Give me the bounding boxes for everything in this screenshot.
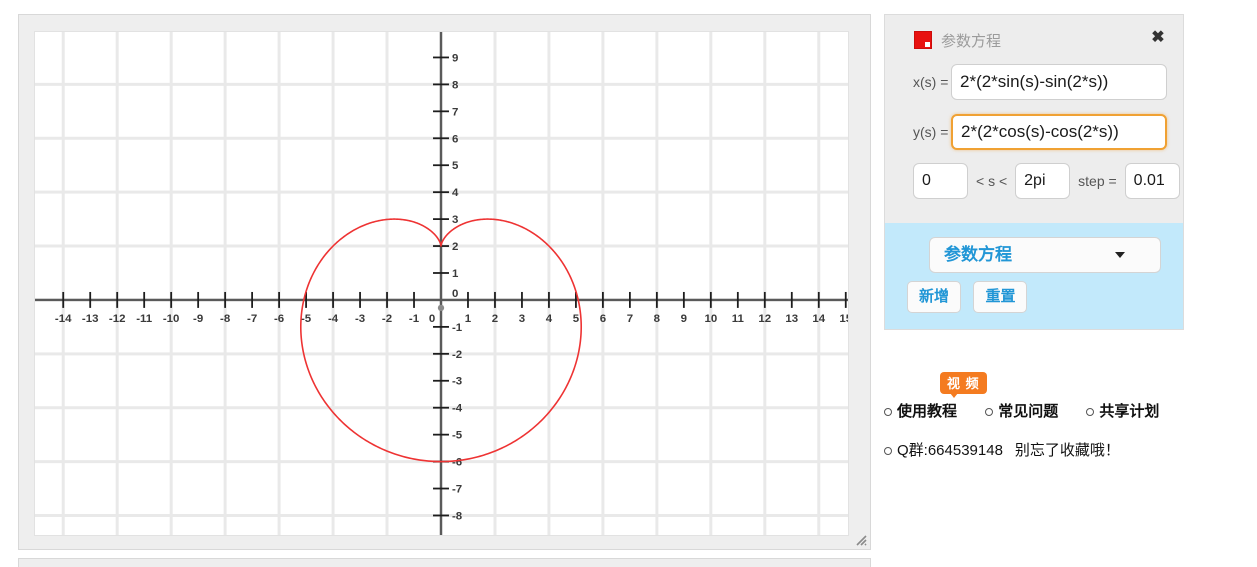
links-block: 视 频 使用教程 常见问题 共享计划 Q群:664539148 别忘了收藏哦！	[884, 372, 1204, 460]
svg-text:-3: -3	[452, 376, 462, 388]
svg-text:6: 6	[452, 133, 458, 145]
svg-text:13: 13	[785, 313, 798, 325]
svg-text:-5: -5	[301, 313, 312, 325]
y-function-input[interactable]	[951, 114, 1167, 150]
svg-text:3: 3	[452, 214, 458, 226]
svg-text:15: 15	[839, 313, 848, 325]
svg-text:-6: -6	[452, 457, 462, 469]
graph-panel: -14 -13 -12 -11 -10 -9 -8 -7 -6 -5 -4 -3 -2 -1 0 1 2 3 4 5 6…	[18, 14, 871, 550]
link-faq-label: 常见问题	[998, 403, 1059, 420]
svg-text:-1: -1	[409, 313, 420, 325]
svg-text:-7: -7	[452, 484, 462, 496]
svg-text:-5: -5	[452, 430, 463, 442]
step-label: step =	[1078, 173, 1117, 189]
svg-text:0: 0	[452, 288, 458, 300]
reset-button[interactable]: 重置	[973, 281, 1028, 313]
bullet-icon	[884, 447, 892, 456]
y-function-row: y(s) =	[885, 113, 1183, 163]
svg-text:-13: -13	[82, 313, 99, 325]
range-start-input[interactable]	[913, 163, 968, 199]
secondary-graph-panel	[18, 558, 871, 567]
qq-group-label[interactable]: Q群:664539148	[897, 442, 1003, 459]
svg-text:4: 4	[452, 187, 459, 199]
axis-layer	[35, 32, 848, 535]
svg-text:5: 5	[573, 313, 580, 325]
svg-text:0: 0	[429, 313, 435, 325]
svg-text:4: 4	[546, 313, 553, 325]
link-share-plan[interactable]: 共享计划	[1086, 400, 1159, 421]
add-button[interactable]: 新增	[907, 281, 961, 313]
svg-text:8: 8	[452, 79, 459, 91]
link-faq[interactable]: 常见问题	[985, 400, 1058, 421]
equation-type-section: 参数方程 新增 重置	[885, 223, 1183, 329]
svg-text:1: 1	[465, 313, 472, 325]
svg-text:-14: -14	[55, 313, 72, 325]
equation-type-select-wrap: 参数方程	[907, 237, 1161, 273]
range-separator-label: < s <	[976, 173, 1008, 189]
svg-text:-8: -8	[452, 510, 463, 522]
tick-layer	[62, 56, 847, 517]
close-icon[interactable]: ✖	[1147, 27, 1169, 49]
step-input[interactable]	[1124, 163, 1180, 199]
x-function-row: x(s) =	[885, 63, 1183, 113]
bullet-icon	[985, 408, 994, 417]
range-end-input[interactable]	[1015, 163, 1071, 199]
plot-canvas: -14 -13 -12 -11 -10 -9 -8 -7 -6 -5 -4 -3 -2 -1 0 1 2 3 4 5 6…	[35, 32, 848, 535]
svg-text:2: 2	[492, 313, 498, 325]
parametric-equation-panel: 参数方程 ✖ x(s) = y(s) = < s < step = 参数方程 新增…	[884, 14, 1184, 330]
svg-text:12: 12	[758, 313, 771, 325]
svg-text:-9: -9	[193, 313, 203, 325]
svg-text:-2: -2	[452, 349, 462, 361]
svg-text:1: 1	[452, 268, 459, 280]
link-share-plan-label: 共享计划	[1099, 403, 1160, 420]
svg-text:9: 9	[452, 52, 458, 64]
svg-text:7: 7	[627, 313, 633, 325]
svg-text:8: 8	[654, 313, 661, 325]
svg-text:-12: -12	[109, 313, 126, 325]
qq-group-row: Q群:664539148 别忘了收藏哦！	[884, 439, 1204, 460]
bookmark-note: 别忘了收藏哦！	[1014, 442, 1120, 459]
svg-text:14: 14	[812, 313, 825, 325]
svg-text:-7: -7	[247, 313, 257, 325]
svg-text:-3: -3	[355, 313, 365, 325]
svg-text:2: 2	[452, 241, 458, 253]
tick-label-layer: -14 -13 -12 -11 -10 -9 -8 -7 -6 -5 -4 -3 -2 -1 0 1 2 3 4 5 6…	[55, 52, 848, 522]
svg-text:-8: -8	[220, 313, 231, 325]
svg-text:-4: -4	[452, 403, 463, 415]
panel-title: 参数方程	[941, 33, 1002, 50]
x-function-input[interactable]	[951, 64, 1167, 100]
bullet-icon	[1086, 408, 1095, 417]
svg-text:-4: -4	[328, 313, 339, 325]
y-function-label: y(s) =	[913, 124, 949, 140]
x-function-label: x(s) =	[913, 74, 949, 90]
app-root: -14 -13 -12 -11 -10 -9 -8 -7 -6 -5 -4 -3 -2 -1 0 1 2 3 4 5 6…	[0, 0, 1257, 567]
resize-handle-icon[interactable]	[853, 532, 867, 546]
parameter-range-row: < s < step =	[885, 163, 1183, 215]
panel-header: 参数方程 ✖	[885, 15, 1183, 63]
plot-area[interactable]: -14 -13 -12 -11 -10 -9 -8 -7 -6 -5 -4 -3 -2 -1 0 1 2 3 4 5 6…	[34, 31, 849, 536]
svg-text:9: 9	[681, 313, 687, 325]
equation-type-select[interactable]: 参数方程	[929, 237, 1161, 273]
origin-marker	[437, 304, 445, 312]
link-tutorial[interactable]: 使用教程	[884, 400, 957, 421]
svg-text:-11: -11	[136, 313, 153, 325]
svg-text:-2: -2	[382, 313, 392, 325]
svg-text:5: 5	[452, 160, 459, 172]
video-badge[interactable]: 视 频	[940, 372, 987, 398]
svg-text:-10: -10	[163, 313, 180, 325]
link-tutorial-label: 使用教程	[897, 403, 958, 420]
red-square-icon	[914, 31, 932, 49]
bullet-icon	[884, 408, 892, 417]
svg-text:3: 3	[519, 313, 525, 325]
svg-text:-1: -1	[452, 322, 463, 334]
svg-text:11: 11	[732, 313, 745, 325]
panel-button-row: 新增 重置	[907, 281, 1183, 313]
help-links-row: 使用教程 常见问题 共享计划	[884, 400, 1204, 421]
svg-text:6: 6	[600, 313, 606, 325]
svg-text:7: 7	[452, 106, 458, 118]
svg-text:10: 10	[704, 313, 717, 325]
svg-text:-6: -6	[274, 313, 284, 325]
